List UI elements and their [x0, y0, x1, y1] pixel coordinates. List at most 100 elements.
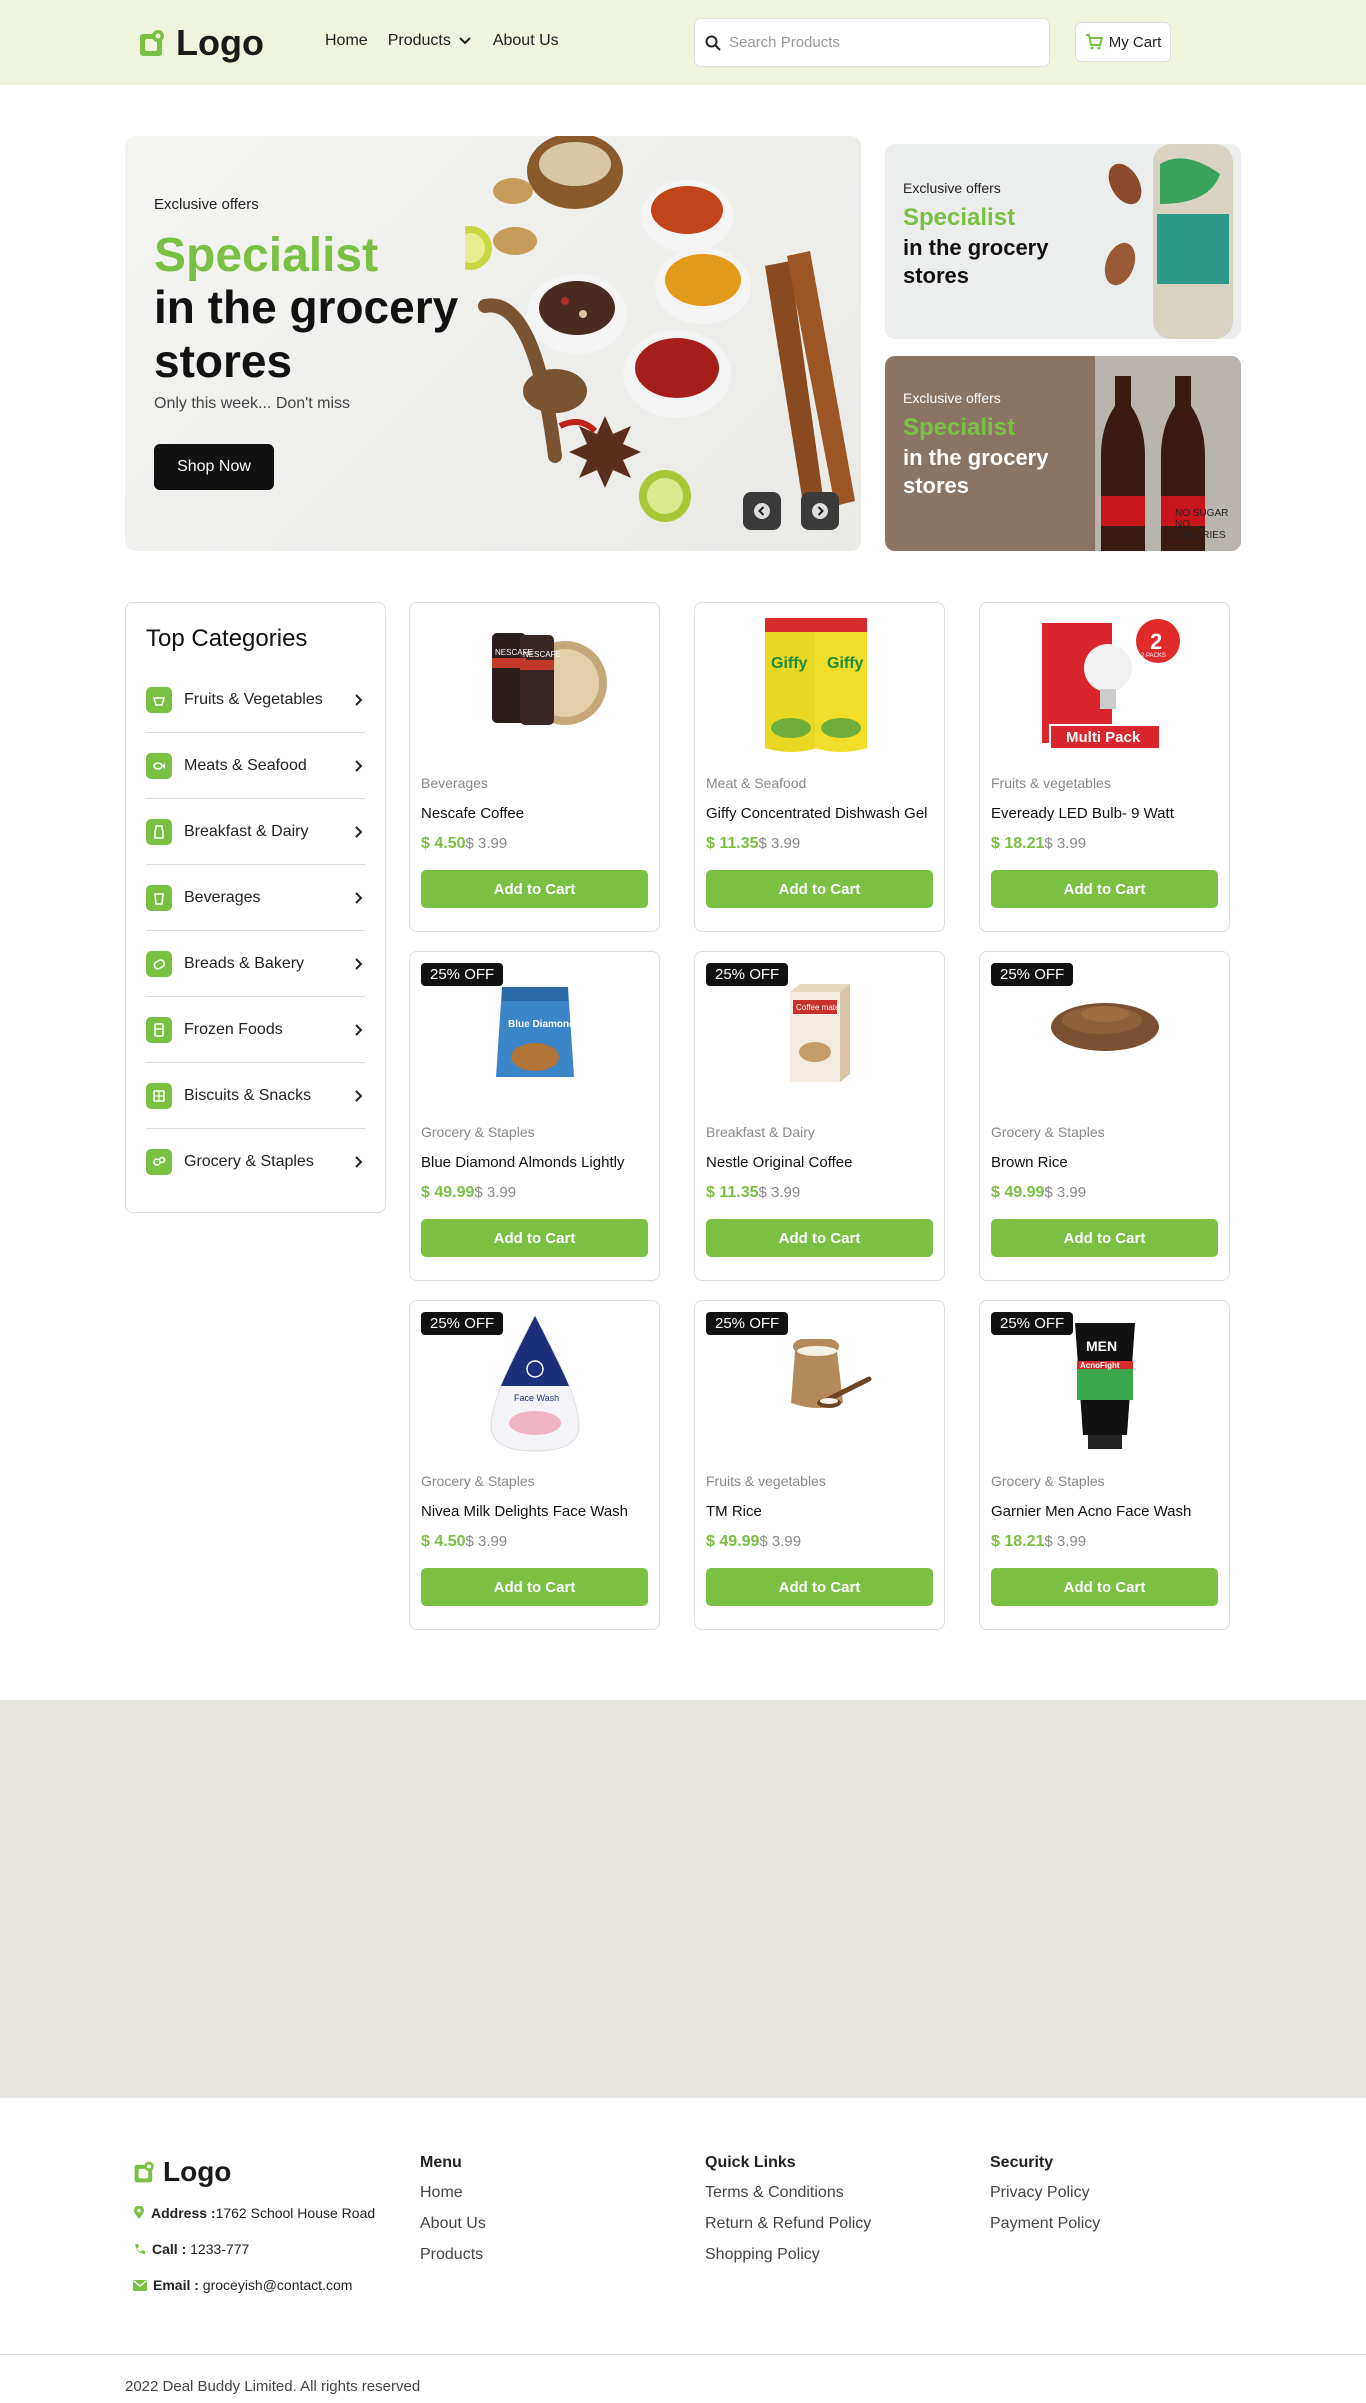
email-icon: [133, 2279, 147, 2291]
carousel-next-button[interactable]: [801, 492, 839, 530]
product-price: $ 49.99$ 3.99: [706, 1533, 801, 1551]
cart-button[interactable]: My Cart: [1075, 22, 1171, 62]
categories-sidebar: Top Categories Fruits & Vegetables Meats…: [125, 602, 386, 1213]
svg-text:Coffee mate: Coffee mate: [796, 1003, 840, 1012]
email-value: groceyish@contact.com: [202, 2277, 353, 2293]
hero-title-green: Specialist: [154, 229, 379, 282]
product-card[interactable]: 2 2 PACKS Multi Pack Fruits & vegetables…: [979, 602, 1230, 932]
category-item-beverages[interactable]: Beverages: [146, 865, 365, 931]
footer-call: Call : 1233-777: [133, 2241, 249, 2257]
footer-divider: [0, 2354, 1366, 2355]
search-input[interactable]: [729, 34, 1039, 51]
footer-link-payment[interactable]: Payment Policy: [990, 2215, 1100, 2233]
price-current: $ 4.50: [421, 835, 466, 852]
promo-2-eyebrow: Exclusive offers: [903, 390, 1001, 406]
category-item-meats-seafood[interactable]: Meats & Seafood: [146, 733, 365, 799]
category-item-biscuits-snacks[interactable]: Biscuits & Snacks: [146, 1063, 365, 1129]
product-name[interactable]: Blue Diamond Almonds Lightly: [421, 1154, 624, 1171]
cup-icon: [146, 884, 172, 911]
add-to-cart-button[interactable]: Add to Cart: [706, 1219, 933, 1257]
category-item-breads-bakery[interactable]: Breads & Bakery: [146, 931, 365, 997]
product-category: Beverages: [421, 775, 488, 791]
nav-home[interactable]: Home: [325, 32, 368, 50]
logo[interactable]: Logo: [138, 22, 264, 64]
product-name[interactable]: Brown Rice: [991, 1154, 1068, 1171]
category-item-frozen-foods[interactable]: Frozen Foods: [146, 997, 365, 1063]
footer-link-about[interactable]: About Us: [420, 2215, 486, 2233]
product-image: Giffy Giffy: [765, 618, 867, 752]
call-value: 1233-777: [190, 2241, 250, 2257]
product-name[interactable]: Eveready LED Bulb- 9 Watt: [991, 805, 1174, 822]
add-to-cart-button[interactable]: Add to Cart: [421, 870, 648, 908]
price-current: $ 18.21: [991, 835, 1045, 852]
footer-link-products[interactable]: Products: [420, 2246, 486, 2264]
promo-1-title-dark: in the grocery stores: [903, 235, 1049, 288]
product-name[interactable]: TM Rice: [706, 1503, 762, 1520]
footer-link-shopping[interactable]: Shopping Policy: [705, 2246, 871, 2264]
discount-badge: 25% OFF: [991, 1312, 1074, 1335]
nav-products[interactable]: Products: [388, 32, 473, 50]
hero-banner: Exclusive offers Specialist in the groce…: [125, 136, 861, 551]
shop-now-button[interactable]: Shop Now: [154, 444, 274, 490]
footer-link-terms[interactable]: Terms & Conditions: [705, 2184, 871, 2202]
hero-title-dark: in the grocery stores: [154, 281, 459, 387]
add-to-cart-button[interactable]: Add to Cart: [991, 1219, 1218, 1257]
add-to-cart-button[interactable]: Add to Cart: [421, 1568, 648, 1606]
category-item-fruits-vegetables[interactable]: Fruits & Vegetables: [146, 667, 365, 733]
carousel-prev-button[interactable]: [743, 492, 781, 530]
add-to-cart-button[interactable]: Add to Cart: [706, 870, 933, 908]
product-name[interactable]: Nestle Original Coffee: [706, 1154, 852, 1171]
promo-1-title-green: Specialist: [903, 204, 1016, 231]
main-nav: Home Products About Us: [325, 32, 559, 50]
add-to-cart-button[interactable]: Add to Cart: [991, 1568, 1218, 1606]
price-old: $ 3.99: [758, 1184, 801, 1201]
product-card[interactable]: Coffee mate 25% OFF Breakfast & Dairy Ne…: [694, 951, 945, 1281]
promo-card-2[interactable]: NO SUGAR NO CALORIES Exclusive offers Sp…: [885, 356, 1241, 551]
chevron-right-icon: [355, 957, 363, 970]
product-card[interactable]: Giffy Giffy Meat & Seafood Giffy Concent…: [694, 602, 945, 932]
product-card[interactable]: Blue Diamond 25% OFF Grocery & Staples B…: [409, 951, 660, 1281]
address-label: Address :: [151, 2205, 216, 2221]
footer-link-home[interactable]: Home: [420, 2184, 486, 2202]
category-item-grocery-staples[interactable]: Grocery & Staples: [146, 1129, 365, 1195]
product-card[interactable]: MEN AcnoFight 25% OFF Grocery & Staples …: [979, 1300, 1230, 1630]
product-name[interactable]: Nivea Milk Delights Face Wash: [421, 1503, 628, 1520]
nav-about[interactable]: About Us: [493, 32, 559, 50]
category-item-breakfast-dairy[interactable]: Breakfast & Dairy: [146, 799, 365, 865]
product-category: Grocery & Staples: [421, 1473, 535, 1489]
add-to-cart-button[interactable]: Add to Cart: [706, 1568, 933, 1606]
add-to-cart-button[interactable]: Add to Cart: [421, 1219, 648, 1257]
categories-title: Top Categories: [146, 625, 308, 652]
footer-col-title: Menu: [420, 2154, 462, 2171]
chevron-right-icon: [355, 759, 363, 772]
promo-1-eyebrow: Exclusive offers: [903, 180, 1001, 196]
chevron-right-icon: [355, 825, 363, 838]
footer-link-privacy[interactable]: Privacy Policy: [990, 2184, 1100, 2202]
promo-card-1[interactable]: Exclusive offers Specialist in the groce…: [885, 144, 1241, 339]
svg-text:Face Wash: Face Wash: [514, 1393, 559, 1403]
product-name[interactable]: Giffy Concentrated Dishwash Gel: [706, 805, 928, 822]
product-card[interactable]: NESCAFE NESCAFE Beverages Nescafe Coffee…: [409, 602, 660, 932]
bread-icon: [146, 950, 172, 977]
add-to-cart-button[interactable]: Add to Cart: [991, 870, 1218, 908]
footer-col-menu: Menu Home About Us Products: [420, 2154, 486, 2277]
product-card[interactable]: 25% OFF Fruits & vegetables TM Rice $ 49…: [694, 1300, 945, 1630]
chevron-right-icon: [355, 1156, 363, 1168]
footer-col-quick-links: Quick Links Terms & Conditions Return & …: [705, 2154, 871, 2277]
footer-logo[interactable]: Logo: [133, 2156, 231, 2188]
basket-icon: [146, 686, 172, 713]
category-label: Grocery & Staples: [184, 1153, 314, 1170]
chevron-right-icon: [355, 1089, 363, 1102]
site-footer: Logo Address :1762 School House Road Cal…: [0, 2098, 1366, 2403]
product-card[interactable]: Face Wash 25% OFF Grocery & Staples Nive…: [409, 1300, 660, 1630]
product-category: Grocery & Staples: [421, 1124, 535, 1140]
footer-link-refund[interactable]: Return & Refund Policy: [705, 2215, 871, 2233]
price-current: $ 11.35: [706, 835, 759, 852]
category-label: Breads & Bakery: [184, 954, 305, 972]
price-old: $ 3.99: [1044, 1184, 1087, 1201]
product-category: Breakfast & Dairy: [706, 1124, 815, 1140]
footer-address: Address :1762 School House Road: [133, 2205, 375, 2221]
product-name[interactable]: Garnier Men Acno Face Wash: [991, 1503, 1191, 1520]
product-card[interactable]: 25% OFF Grocery & Staples Brown Rice $ 4…: [979, 951, 1230, 1281]
product-name[interactable]: Nescafe Coffee: [421, 805, 524, 822]
